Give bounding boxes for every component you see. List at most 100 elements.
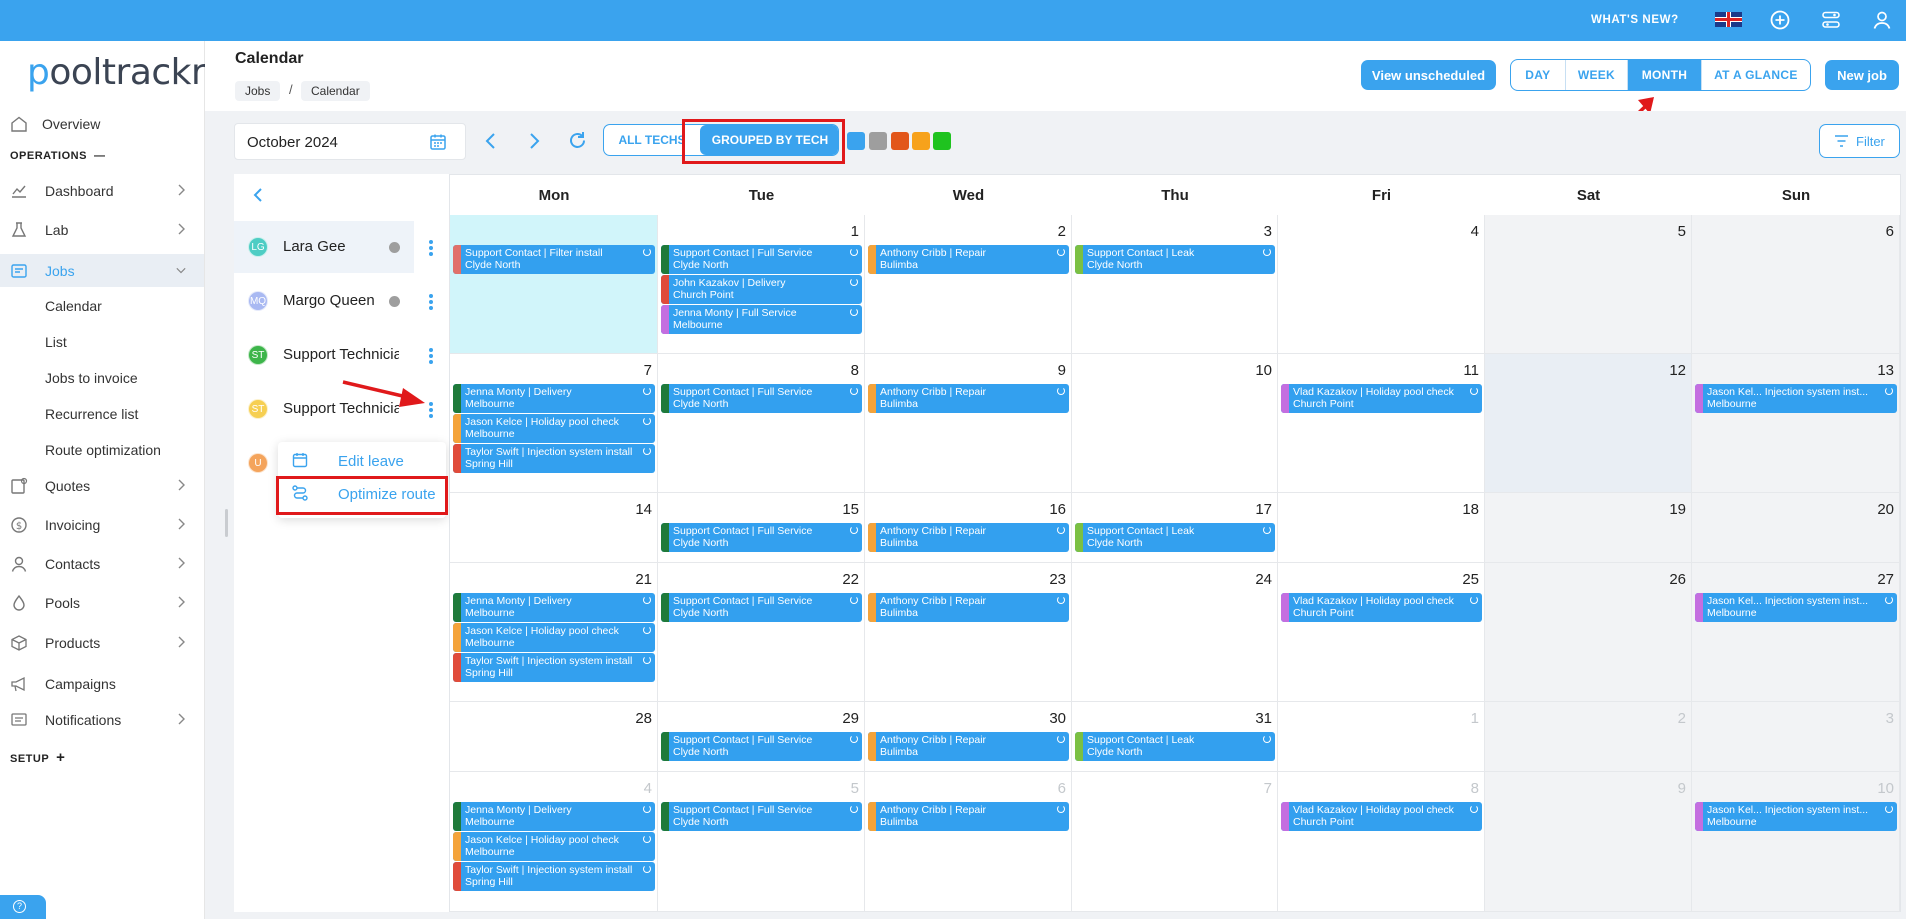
calendar-event[interactable]: Jenna Monty | Delivery Melbourne	[453, 802, 655, 831]
collapse-operations-toggle[interactable]: —	[94, 150, 106, 162]
sidebar-item-contacts[interactable]: Contacts	[0, 547, 204, 580]
calendar-event[interactable]: Support Contact | Leak Clyde North	[1075, 523, 1275, 552]
calendar-event[interactable]: Taylor Swift | Injection system install S…	[453, 653, 655, 682]
color-filter-swatch[interactable]	[912, 132, 930, 150]
sidebar-item-label: Campaigns	[45, 675, 116, 692]
calendar-event[interactable]: John Kazakov | Delivery Church Point	[661, 275, 862, 304]
sidebar-subitem-calendar[interactable]: Calendar	[45, 298, 102, 314]
calendar-event[interactable]: Support Contact | Leak Clyde North	[1075, 245, 1275, 274]
color-filter-swatch[interactable]	[891, 132, 909, 150]
previous-month-button[interactable]	[484, 131, 498, 151]
settings-toggle-icon[interactable]	[1820, 9, 1842, 31]
add-circle-icon[interactable]	[1769, 9, 1791, 31]
calendar-event[interactable]: Anthony Cribb | Repair Bulimba	[868, 802, 1069, 831]
new-job-button[interactable]: New job	[1825, 60, 1899, 90]
filter-button[interactable]: Filter	[1819, 124, 1900, 158]
sidebar-item-label: Invoicing	[45, 516, 101, 533]
calendar-event[interactable]: Anthony Cribb | Repair Bulimba	[868, 245, 1069, 274]
calendar-event[interactable]: Jenna Monty | Delivery Melbourne	[453, 593, 655, 622]
calendar-event[interactable]: Vlad Kazakov | Holiday pool check Church …	[1281, 593, 1482, 622]
calendar-event[interactable]: Support Contact | Full Service Clyde Nort…	[661, 802, 862, 831]
calendar-event[interactable]: Support Contact | Full Service Clyde Nort…	[661, 384, 862, 413]
sidebar-subitem-recurrence-list[interactable]: Recurrence list	[45, 406, 138, 422]
refresh-icon[interactable]	[567, 130, 588, 151]
collapse-techs-chevron-icon[interactable]	[252, 187, 264, 203]
notifications-icon	[11, 713, 27, 726]
calendar-day-cell[interactable]	[450, 215, 658, 354]
calendar-event[interactable]: Taylor Swift | Injection system install S…	[453, 444, 655, 473]
calendar-event[interactable]: Vlad Kazakov | Holiday pool check Church …	[1281, 802, 1482, 831]
calendar-event[interactable]: Support Contact | Full Service Clyde Nort…	[661, 593, 862, 622]
calendar-event[interactable]: Support Contact | Filter install Clyde No…	[453, 245, 655, 274]
calendar-event[interactable]: Jenna Monty | Full Service Melbourne	[661, 305, 862, 334]
tech-row[interactable]: LG Lara Gee	[234, 221, 414, 273]
chevron-right-icon	[178, 713, 185, 725]
tech-options-kebab-icon[interactable]	[429, 240, 433, 256]
tech-options-kebab-icon[interactable]	[429, 294, 433, 310]
day-number: 27	[1877, 571, 1894, 588]
help-button[interactable]: ?	[0, 895, 46, 919]
sidebar-item-pools[interactable]: Pools	[0, 586, 204, 619]
sidebar-subitem-route-optimization[interactable]: Route optimization	[45, 442, 161, 458]
color-filter-swatch[interactable]	[847, 132, 865, 150]
sidebar-item-campaigns[interactable]: Campaigns	[0, 667, 204, 700]
pooltrackr-logo[interactable]: pooltrackr	[27, 52, 206, 93]
tech-row[interactable]: ST Support Technician	[234, 329, 414, 381]
sidebar-item-dashboard[interactable]: Dashboard	[0, 174, 204, 207]
calendar-event[interactable]: Anthony Cribb | Repair Bulimba	[868, 732, 1069, 761]
view-at-a-glance-button[interactable]: AT A GLANCE	[1702, 60, 1810, 90]
calendar-event[interactable]: Jenna Monty | Delivery Melbourne	[453, 384, 655, 413]
event-title: Jenna Monty | Delivery	[465, 595, 572, 607]
uk-flag-icon[interactable]	[1715, 12, 1742, 27]
tech-options-kebab-icon[interactable]	[429, 402, 433, 418]
setup-section-label: SETUP +	[10, 749, 66, 766]
event-title: Vlad Kazakov | Holiday pool check	[1293, 804, 1454, 816]
calendar-event[interactable]: Support Contact | Full Service Clyde Nort…	[661, 523, 862, 552]
edit-leave-menu-item[interactable]: Edit leave	[338, 453, 404, 470]
sidebar-subitem-jobs-to-invoice[interactable]: Jobs to invoice	[45, 370, 138, 386]
color-filter-swatch[interactable]	[933, 132, 951, 150]
next-month-button[interactable]	[527, 131, 541, 151]
day-number: 20	[1877, 501, 1894, 518]
calendar-icon	[292, 453, 308, 468]
sidebar-item-jobs[interactable]: Jobs	[0, 254, 204, 287]
breadcrumb-calendar[interactable]: Calendar	[301, 81, 370, 101]
calendar-event[interactable]: Jason Kel... Injection system inst... Mel…	[1695, 384, 1897, 413]
calendar-event[interactable]: Anthony Cribb | Repair Bulimba	[868, 593, 1069, 622]
tech-row[interactable]: MQ Margo Queen	[234, 275, 414, 327]
calendar-event[interactable]: Jason Kel... Injection system inst... Mel…	[1695, 802, 1897, 831]
panel-resize-handle[interactable]	[225, 509, 228, 537]
user-profile-icon[interactable]	[1871, 9, 1893, 31]
calendar-event[interactable]: Taylor Swift | Injection system install S…	[453, 862, 655, 891]
calendar-event[interactable]: Support Contact | Leak Clyde North	[1075, 732, 1275, 761]
calendar-event[interactable]: Jason Kelce | Holiday pool check Melbourn…	[453, 414, 655, 443]
sidebar-item-invoicing[interactable]: $ Invoicing	[0, 508, 204, 541]
sidebar-item-products[interactable]: Products	[0, 626, 204, 659]
calendar-event[interactable]: Jason Kel... Injection system inst... Mel…	[1695, 593, 1897, 622]
view-unscheduled-button[interactable]: View unscheduled	[1361, 60, 1496, 90]
color-filter-swatch[interactable]	[869, 132, 887, 150]
day-header-thu: Thu	[1161, 186, 1189, 204]
calendar-event[interactable]: Vlad Kazakov | Holiday pool check Church …	[1281, 384, 1482, 413]
sidebar-item-notifications[interactable]: Notifications	[0, 703, 204, 736]
avatar: MQ	[248, 291, 268, 311]
sidebar-subitem-list[interactable]: List	[45, 334, 67, 350]
view-day-button[interactable]: DAY	[1511, 60, 1566, 90]
expand-setup-toggle[interactable]: +	[56, 749, 65, 766]
view-week-button[interactable]: WEEK	[1566, 60, 1629, 90]
month-picker[interactable]: October 2024	[234, 123, 466, 160]
calendar-event[interactable]: Support Contact | Full Service Clyde Nort…	[661, 732, 862, 761]
calendar-event[interactable]: Anthony Cribb | Repair Bulimba	[868, 384, 1069, 413]
breadcrumb-jobs[interactable]: Jobs	[235, 81, 281, 101]
event-title: Jason Kel... Injection system inst...	[1707, 804, 1869, 816]
tech-options-kebab-icon[interactable]	[429, 348, 433, 364]
sidebar-item-overview[interactable]: Overview	[0, 107, 204, 140]
calendar-event[interactable]: Jason Kelce | Holiday pool check Melbourn…	[453, 832, 655, 861]
calendar-event[interactable]: Anthony Cribb | Repair Bulimba	[868, 523, 1069, 552]
calendar-event[interactable]: Support Contact | Full Service Clyde Nort…	[661, 245, 862, 274]
sidebar-item-quotes[interactable]: Quotes	[0, 469, 204, 502]
view-month-button[interactable]: MONTH	[1628, 60, 1702, 90]
calendar-event[interactable]: Jason Kelce | Holiday pool check Melbourn…	[453, 623, 655, 652]
whats-new-link[interactable]: WHAT'S NEW?	[1591, 14, 1679, 26]
sidebar-item-lab[interactable]: Lab	[0, 213, 204, 246]
